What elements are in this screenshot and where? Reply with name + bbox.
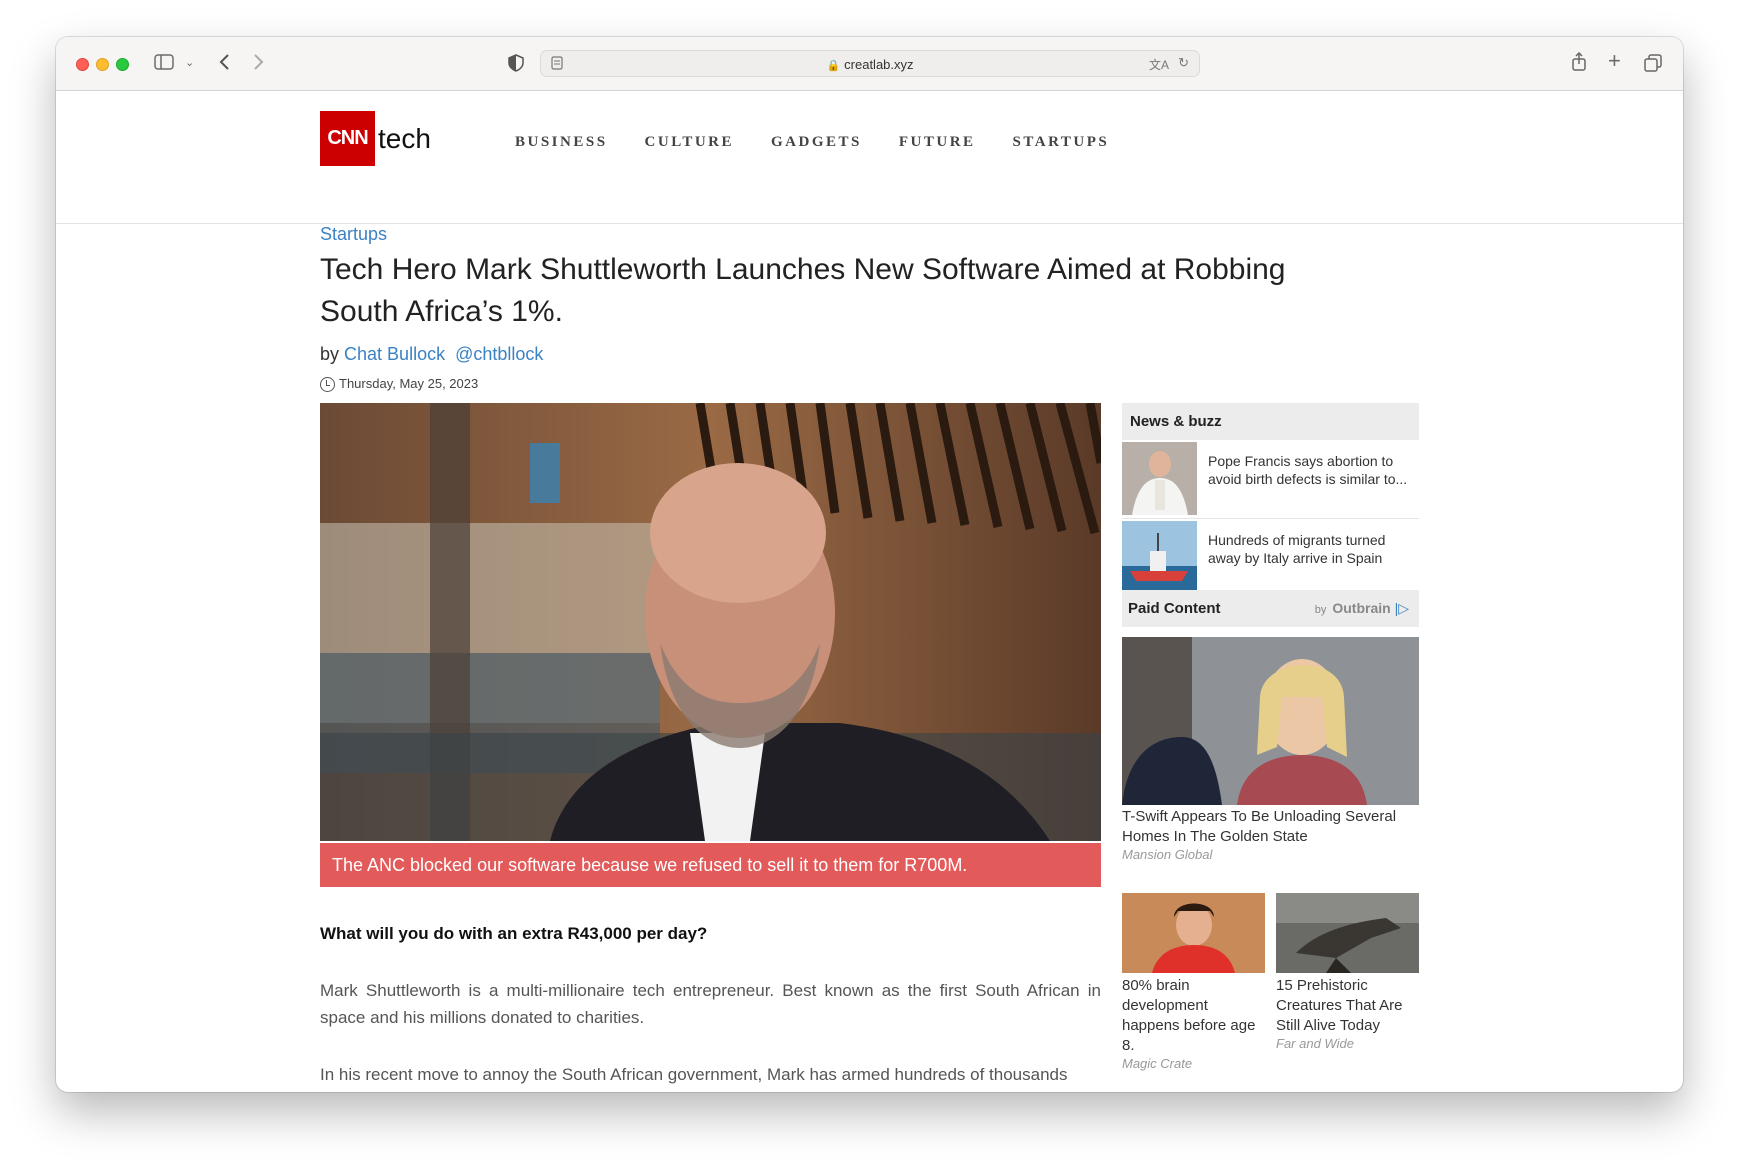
news-headline[interactable]: Pope Francis says abortion to avoid birt… bbox=[1208, 452, 1413, 488]
sidebar-toggle-icon[interactable] bbox=[154, 54, 174, 73]
byline: by Chat Bullock @chtbllock bbox=[320, 344, 543, 365]
ad-card[interactable]: 80% brain development happens before age… bbox=[1122, 893, 1265, 1071]
forward-icon[interactable] bbox=[253, 53, 265, 74]
paid-content-header: Paid Content by Outbrain |▷ bbox=[1122, 590, 1419, 627]
hero-image bbox=[320, 403, 1101, 841]
back-icon[interactable] bbox=[218, 53, 230, 74]
minimize-window-button[interactable] bbox=[96, 58, 109, 71]
author-handle-link[interactable]: @chtbllock bbox=[455, 344, 543, 364]
close-window-button[interactable] bbox=[76, 58, 89, 71]
news-item[interactable]: Hundreds of migrants turned away by Ital… bbox=[1122, 519, 1419, 597]
article-date: Thursday, May 25, 2023 bbox=[339, 376, 479, 391]
new-tab-icon[interactable]: + bbox=[1608, 50, 1621, 72]
translate-icon[interactable]: 文A bbox=[1149, 56, 1169, 73]
main-nav: BUSINESS CULTURE GADGETS FUTURE STARTUPS bbox=[515, 134, 1146, 151]
article-subhead: What will you do with an extra R43,000 p… bbox=[320, 924, 708, 943]
site-header: CNN tech BUSINESS CULTURE GADGETS FUTURE… bbox=[56, 91, 1683, 224]
news-thumbnail[interactable] bbox=[1122, 442, 1197, 515]
chevron-down-icon[interactable]: ⌄ bbox=[185, 54, 194, 72]
outbrain-logo: Outbrain bbox=[1332, 600, 1391, 616]
url-label: creatlab.xyz bbox=[844, 57, 914, 72]
cnn-logo[interactable]: CNN bbox=[320, 111, 375, 166]
paid-content-title: Paid Content bbox=[1128, 600, 1221, 617]
news-buzz-title: News & buzz bbox=[1122, 403, 1419, 440]
address-bar[interactable]: 🔒 creatlab.xyz 文A ↻ bbox=[540, 50, 1200, 77]
hero-caption: The ANC blocked our software because we … bbox=[320, 843, 1101, 887]
byline-prefix: by bbox=[320, 344, 340, 364]
ad-image[interactable] bbox=[1122, 893, 1265, 973]
news-headline[interactable]: Hundreds of migrants turned away by Ital… bbox=[1208, 531, 1413, 567]
author-link[interactable]: Chat Bullock bbox=[344, 344, 445, 364]
reload-icon[interactable]: ↻ bbox=[1178, 55, 1189, 71]
paid-content-panel: Paid Content by Outbrain |▷ T-Swift Appea… bbox=[1122, 590, 1419, 862]
dateline: Thursday, May 25, 2023 bbox=[320, 376, 479, 393]
ad-title[interactable]: T-Swift Appears To Be Unloading Several … bbox=[1122, 807, 1419, 847]
maximize-window-button[interactable] bbox=[116, 58, 129, 71]
ad-source: Mansion Global bbox=[1122, 847, 1213, 862]
nav-business[interactable]: BUSINESS bbox=[515, 134, 608, 151]
outbrain-by: by bbox=[1314, 604, 1327, 616]
article-category-link[interactable]: Startups bbox=[320, 224, 387, 245]
privacy-shield-icon[interactable] bbox=[508, 54, 524, 75]
outbrain-attribution[interactable]: by Outbrain |▷ bbox=[1315, 590, 1409, 629]
tab-overview-icon[interactable] bbox=[1644, 54, 1662, 75]
browser-toolbar: ⌄ 🔒 creatlab.xyz 文A ↻ + bbox=[56, 37, 1683, 91]
ad-title[interactable]: 80% brain development happens before age… bbox=[1122, 976, 1265, 1056]
article-headline: Tech Hero Mark Shuttleworth Launches New… bbox=[320, 253, 1286, 328]
ad-image-large[interactable] bbox=[1122, 637, 1419, 805]
browser-window: ⌄ 🔒 creatlab.xyz 文A ↻ + CNN tech BUSINES… bbox=[56, 37, 1683, 1092]
news-buzz-panel: News & buzz Pope Francis says abortion t… bbox=[1122, 403, 1419, 597]
nav-culture[interactable]: CULTURE bbox=[645, 134, 734, 151]
ad-card[interactable]: 15 Prehistoric Creatures That Are Still … bbox=[1276, 893, 1419, 1051]
ad-source: Far and Wide bbox=[1276, 1036, 1354, 1051]
news-thumbnail[interactable] bbox=[1122, 521, 1197, 594]
lock-icon: 🔒 bbox=[826, 60, 841, 72]
adchoices-icon[interactable]: |▷ bbox=[1395, 600, 1409, 616]
nav-gadgets[interactable]: GADGETS bbox=[771, 134, 862, 151]
article-paragraph: Mark Shuttleworth is a multi-millionaire… bbox=[320, 981, 1101, 1027]
logo-suffix[interactable]: tech bbox=[378, 123, 431, 155]
news-item[interactable]: Pope Francis says abortion to avoid birt… bbox=[1122, 440, 1419, 519]
nav-startups[interactable]: STARTUPS bbox=[1013, 134, 1110, 151]
url-text: 🔒 creatlab.xyz bbox=[541, 57, 1199, 72]
share-icon[interactable] bbox=[1571, 51, 1587, 75]
article-paragraph: In his recent move to annoy the South Af… bbox=[320, 1065, 1068, 1084]
nav-future[interactable]: FUTURE bbox=[899, 134, 976, 151]
ad-image[interactable] bbox=[1276, 893, 1419, 973]
ad-source: Magic Crate bbox=[1122, 1056, 1193, 1071]
ad-title[interactable]: 15 Prehistoric Creatures That Are Still … bbox=[1276, 976, 1419, 1036]
clock-icon bbox=[320, 377, 335, 393]
